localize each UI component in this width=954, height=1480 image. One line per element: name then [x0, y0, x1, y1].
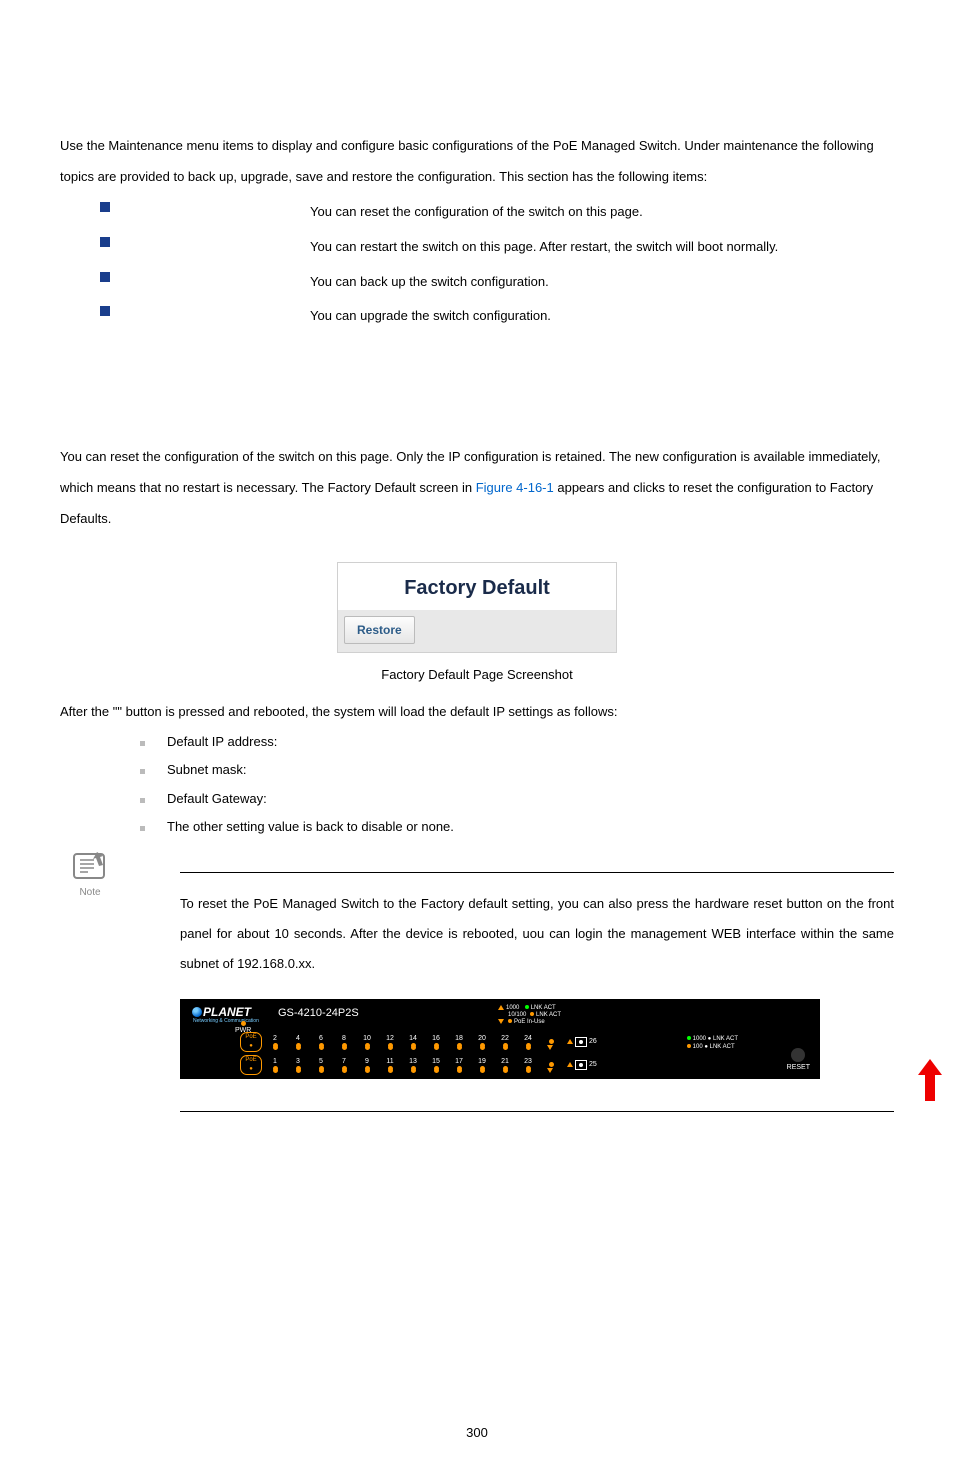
text-fragment: After the ": [60, 704, 117, 719]
reset-button-area: RESET: [787, 1048, 810, 1071]
triangle-down-icon: [547, 1068, 553, 1073]
port-dot-row: [268, 1045, 553, 1050]
triangle-down-icon: [547, 1045, 553, 1050]
bullet-text: You can restart the switch on this page.…: [310, 233, 894, 262]
sub-bullet-icon: [140, 798, 145, 803]
bullet-item: You can back up the switch configuration…: [60, 268, 894, 297]
note-text: To reset the PoE Managed Switch to the F…: [180, 889, 894, 979]
bullet-text: You can reset the configuration of the s…: [310, 198, 894, 227]
list-item-text: The other setting value is back to disab…: [167, 813, 454, 842]
bullet-item: You can upgrade the switch configuration…: [60, 302, 894, 331]
poe-pill-label: PoE ●: [240, 1055, 262, 1075]
reset-label: RESET: [787, 1064, 810, 1071]
square-bullet-icon: [100, 272, 110, 282]
triangle-up-icon: [567, 1039, 573, 1044]
list-item-text: Default IP address:: [167, 728, 277, 757]
square-bullet-icon: [100, 237, 110, 247]
factory-default-title-area: Factory Default: [338, 563, 616, 610]
bullet-text: You can upgrade the switch configuration…: [310, 302, 894, 331]
list-item: The other setting value is back to disab…: [140, 813, 894, 842]
divider: [180, 1111, 894, 1112]
sfp-port-icon: [575, 1060, 587, 1070]
list-item: Subnet mask:: [140, 756, 894, 785]
factory-default-paragraph: You can reset the configuration of the s…: [60, 441, 894, 535]
note-label: Note: [79, 887, 100, 898]
reset-button-icon: [791, 1048, 805, 1062]
sub-bullet-icon: [140, 826, 145, 831]
page-number: 300: [0, 1425, 954, 1440]
led-legend-top: 1000 LNK ACT 10/100 LNK ACT PoE In-Use: [498, 1005, 561, 1026]
list-item: Default Gateway:: [140, 785, 894, 814]
factory-default-screenshot: Factory Default Restore: [337, 562, 617, 653]
sub-bullet-icon: [140, 769, 145, 774]
note-icon: Note: [60, 850, 120, 898]
figure-caption: Factory Default Page Screenshot: [60, 667, 894, 682]
note-block: Note To reset the PoE Managed Switch to …: [60, 872, 894, 1112]
switch-front-panel-image: PLANET Networking & Communication GS-421…: [180, 999, 820, 1079]
intro-paragraph: Use the Maintenance menu items to displa…: [60, 130, 894, 192]
poe-pill-label: PoE ●: [240, 1032, 262, 1052]
list-item-text: Default Gateway:: [167, 785, 267, 814]
red-arrow-icon: [920, 1059, 940, 1101]
triangle-up-icon: [567, 1062, 573, 1067]
text-fragment: " button is pressed and rebooted, the sy…: [117, 704, 617, 719]
led-legend-right: 1000 ● LNK ACT 100 ● LNK ACT: [687, 1035, 738, 1051]
brand-logo: PLANET: [192, 1005, 251, 1019]
bullet-item: You can restart the switch on this page.…: [60, 233, 894, 262]
bullet-text: You can back up the switch configuration…: [310, 268, 894, 297]
port-dot-row: [268, 1068, 553, 1073]
model-label: GS-4210-24P2S: [278, 1007, 359, 1019]
bullet-item: You can reset the configuration of the s…: [60, 198, 894, 227]
figure-reference-link[interactable]: Figure 4-16-1: [476, 480, 554, 495]
square-bullet-icon: [100, 306, 110, 316]
after-restore-paragraph: After the "" button is pressed and reboo…: [60, 696, 894, 727]
square-bullet-icon: [100, 202, 110, 212]
divider: [180, 872, 894, 873]
sub-bullet-icon: [140, 741, 145, 746]
list-item-text: Subnet mask:: [167, 756, 247, 785]
factory-default-title: Factory Default: [404, 577, 550, 599]
list-item: Default IP address:: [140, 728, 894, 757]
sfp-port-icon: [575, 1037, 587, 1047]
restore-button[interactable]: Restore: [344, 616, 415, 644]
